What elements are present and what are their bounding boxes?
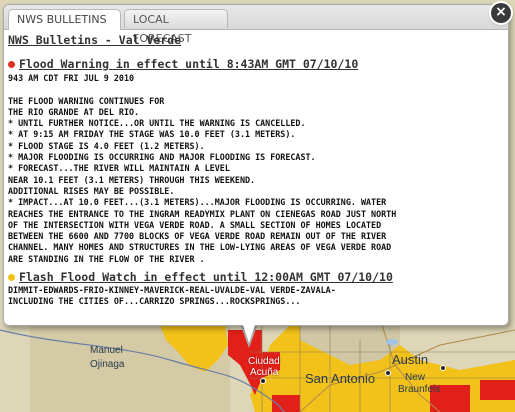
watch-dot-icon [8,273,15,281]
bulletin-title-text: Flood Warning in effect until 8:43AM GMT… [19,57,359,71]
city-dot-san-antonio [385,370,391,376]
city-dot-acuna [260,378,266,384]
bulletins-heading: NWS Bulletins - Val Verde [8,33,182,47]
lake [386,339,398,345]
tab-local-forecast[interactable]: LOCAL FORECAST [124,9,228,45]
bulletin-title-flood-warning[interactable]: Flood Warning in effect until 8:43AM GMT… [8,57,504,71]
popup-pointer-inner [240,316,258,343]
map-label-new: New [405,372,426,383]
close-icon: × [495,4,507,20]
bulletin-title-flash-flood-watch[interactable]: Flash Flood Watch in effect until 12:00A… [8,270,504,284]
map-label-acuna: Acuña [250,367,279,378]
tab-nws-bulletins[interactable]: NWS BULLETINS [8,9,121,30]
map-label-ojinaga: Ojinaga [90,359,125,370]
bulletin-body-flood-warning: 943 AM CDT FRI JUL 9 2010 THE FLOOD WARN… [8,73,397,264]
popup-content[interactable]: NWS Bulletins - Val Verde Flood Warning … [8,31,504,321]
close-button[interactable]: × [491,3,511,23]
warning-dot-icon [8,60,15,68]
warning-area-far-east [480,380,515,400]
map-label-san-antonio: San Antonio [305,371,376,386]
map-label-ciudad: Ciudad [248,356,280,367]
bulletin-title-text: Flash Flood Watch in effect until 12:00A… [19,270,393,285]
map-label-braunfels: Braunfels [398,384,441,395]
city-dot-austin [440,365,446,371]
map-label-austin: Austin [392,352,429,367]
info-popup: NWS BULLETINS LOCAL FORECAST NWS Bulleti… [3,4,509,326]
bulletin-body-flash-flood-watch: DIMMIT-EDWARDS-FRIO-KINNEY-MAVERICK-REAL… [8,285,336,307]
tab-bar: NWS BULLETINS LOCAL FORECAST [4,5,508,45]
map-label-manuel: Manuel [90,345,123,356]
